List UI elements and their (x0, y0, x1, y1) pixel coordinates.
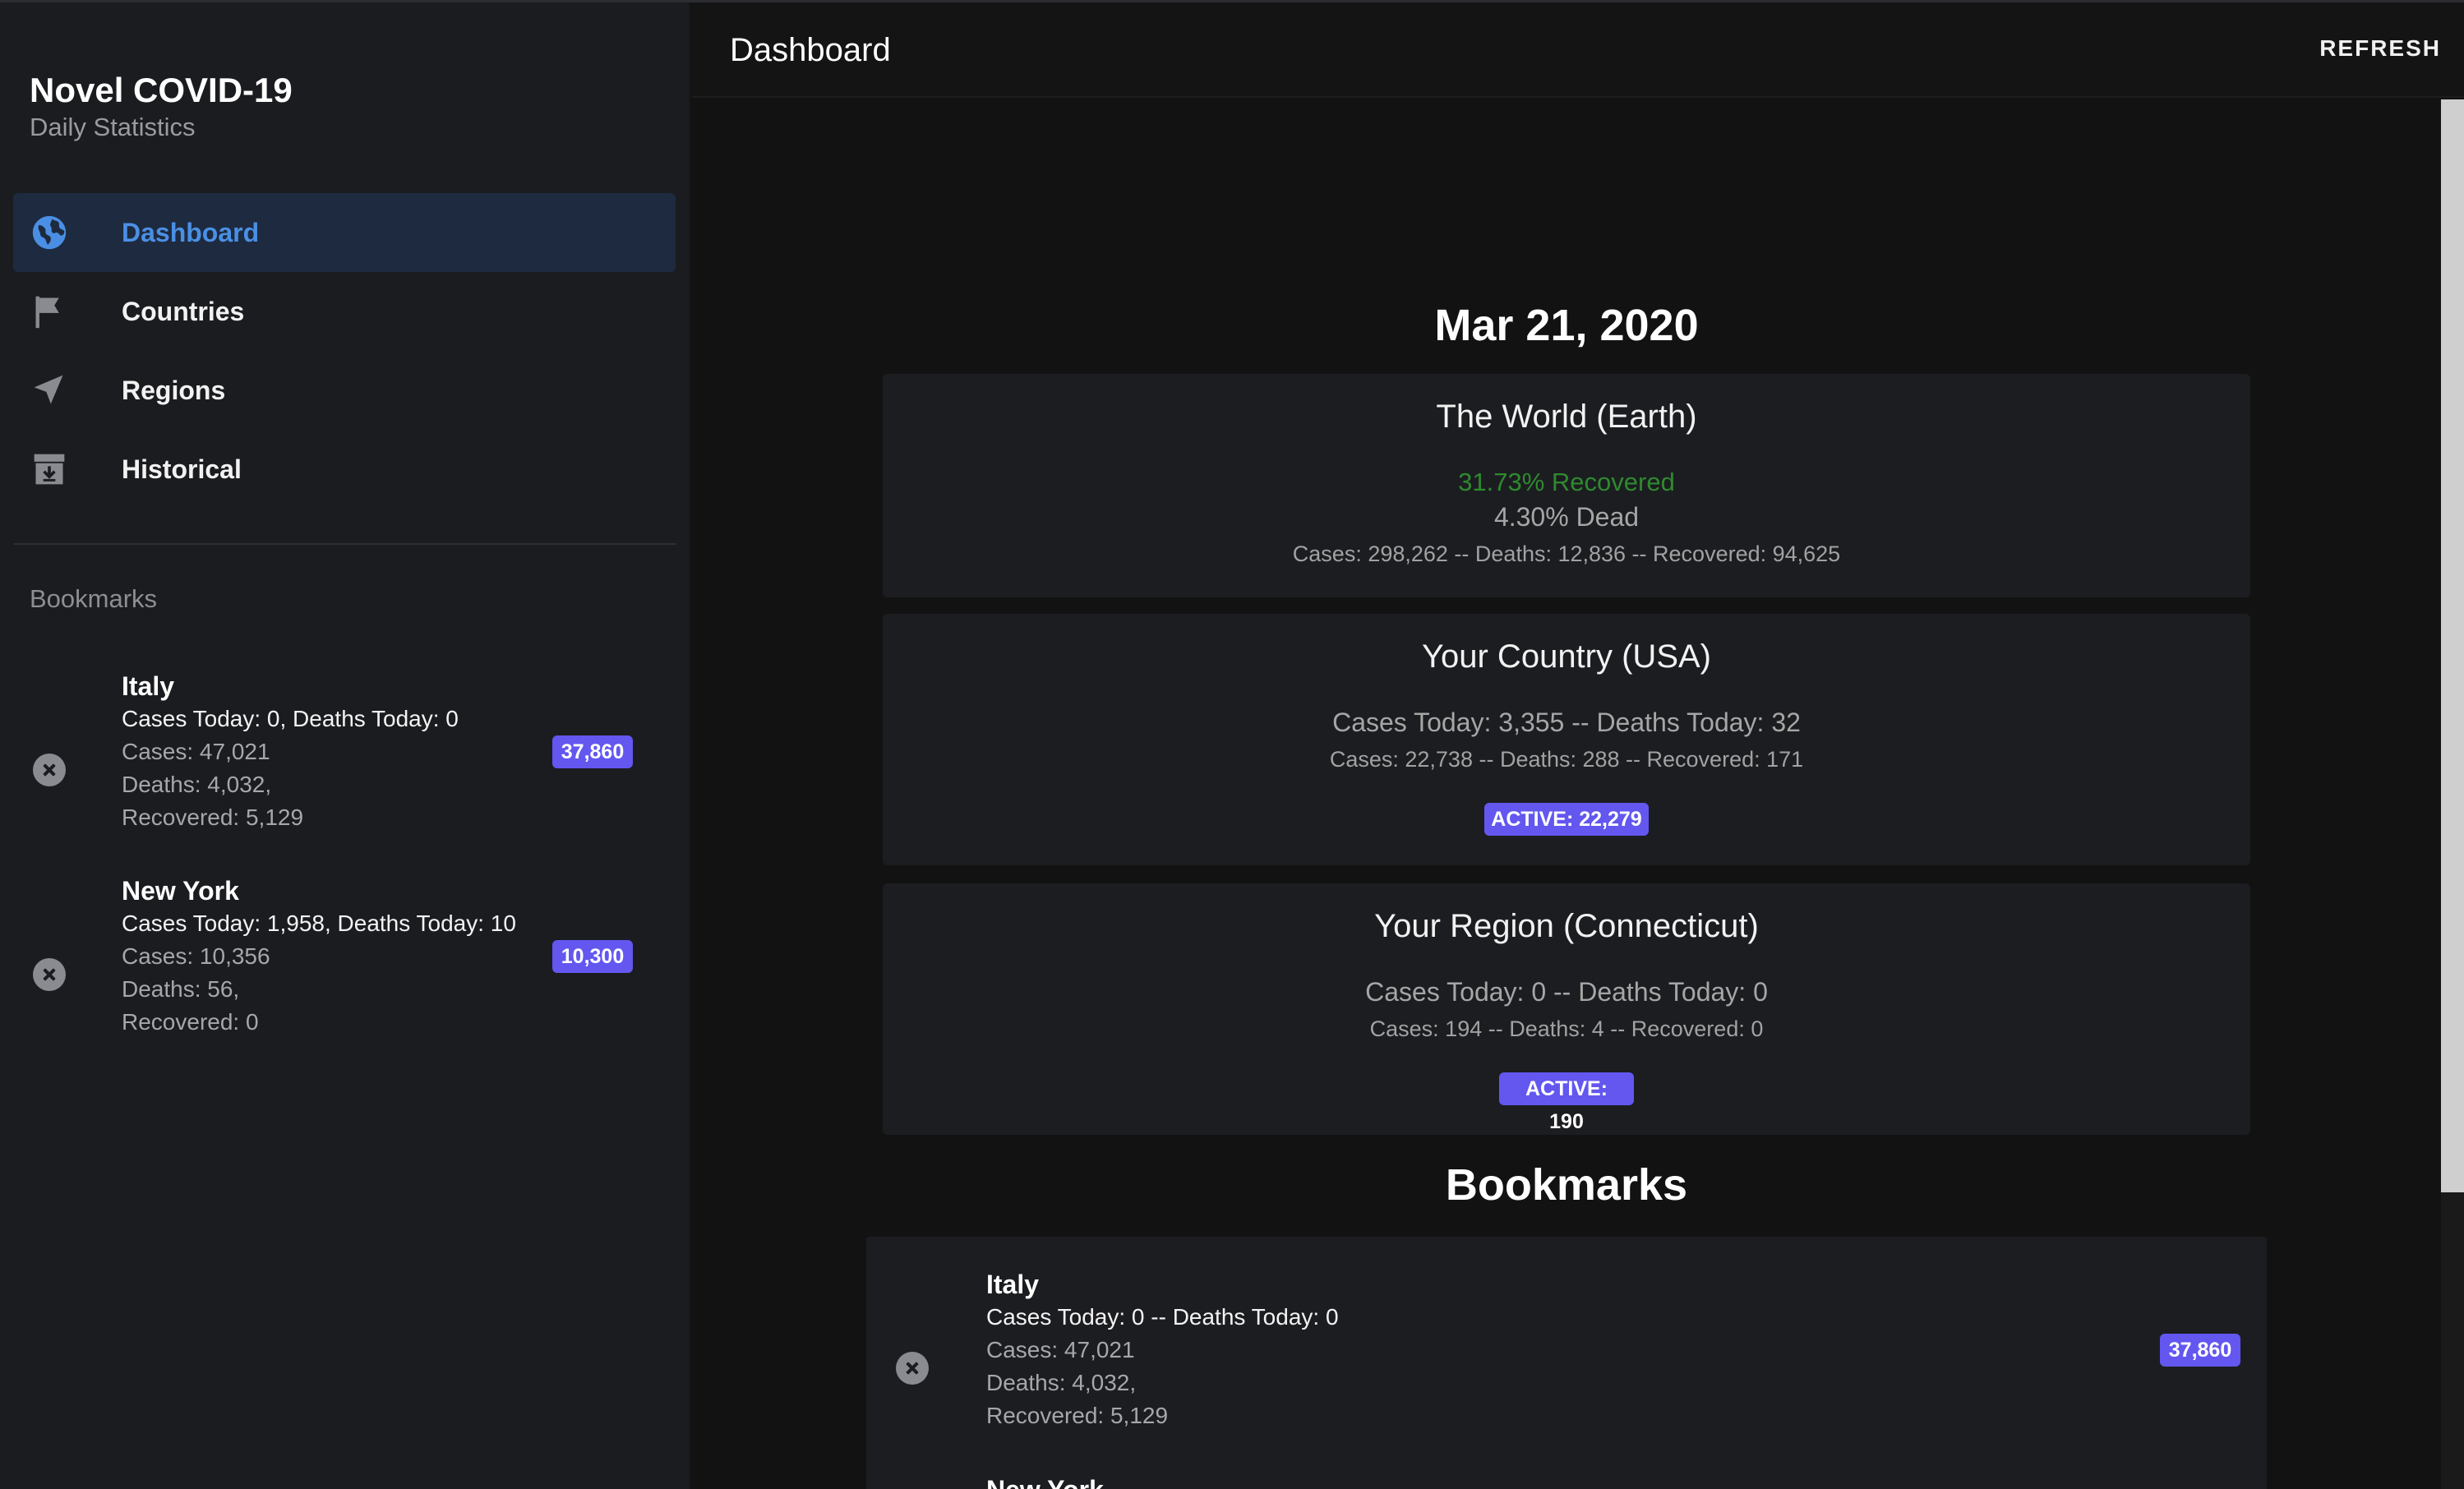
sidebar-divider (13, 543, 676, 545)
bookmark-recovered: Recovered: 0 (122, 1009, 259, 1035)
remove-bookmark-icon[interactable] (33, 958, 66, 991)
world-totals: Cases: 298,262 -- Deaths: 12,836 -- Reco… (1292, 542, 1841, 566)
bookmark-cases: Cases: 10,356 (122, 943, 270, 969)
sidebar-bookmarks-heading: Bookmarks (30, 584, 158, 613)
bookmark-cases: Cases: 47,021 (122, 739, 270, 764)
bookmark-today: Cases Today: 0 -- Deaths Today: 0 (986, 1304, 1339, 1330)
brand: Novel COVID-19 Daily Statistics (30, 70, 293, 144)
scrollbar[interactable] (2441, 99, 2464, 1489)
bookmark-name: Italy (986, 1270, 1040, 1299)
nav-item-countries[interactable]: Countries (13, 272, 676, 351)
active-count-badge: 37,860 (2160, 1334, 2240, 1367)
bookmark-deaths: Deaths: 56, (122, 976, 240, 1002)
remove-bookmark-icon[interactable] (33, 754, 66, 786)
country-card: Your Country (USA) Cases Today: 3,355 --… (883, 614, 2250, 865)
card-title: Your Country (USA) (1422, 638, 1711, 675)
world-card: The World (Earth) 31.73% Recovered 4.30%… (883, 374, 2250, 597)
active-count-badge: 10,300 (552, 940, 633, 973)
active-badge: ACTIVE: 22,279 (1484, 803, 1649, 836)
bookmark-cases: Cases: 47,021 (986, 1337, 1135, 1362)
recovered-percent: 31.73% Recovered (1458, 468, 1675, 496)
bookmark-name: New York (122, 876, 239, 906)
bookmark-recovered: Recovered: 5,129 (986, 1403, 1169, 1428)
region-today: Cases Today: 0 -- Deaths Today: 0 (1365, 977, 1768, 1007)
bookmark-today: Cases Today: 0, Deaths Today: 0 (122, 706, 459, 731)
page-title: Dashboard (730, 32, 891, 68)
navigation-arrow-icon (31, 372, 67, 408)
refresh-button[interactable]: REFRESH (2319, 35, 2441, 62)
app-root: Novel COVID-19 Daily Statistics Dashboar… (0, 0, 2464, 1489)
bookmark-recovered: Recovered: 5,129 (122, 804, 304, 830)
bookmark-name: Italy (122, 671, 175, 701)
sidebar: Novel COVID-19 Daily Statistics Dashboar… (0, 2, 690, 1489)
report-date: Mar 21, 2020 (1434, 301, 1699, 350)
globe-icon (31, 214, 67, 251)
region-card: Your Region (Connecticut) Cases Today: 0… (883, 883, 2250, 1135)
nav-item-dashboard[interactable]: Dashboard (13, 193, 676, 272)
sidebar-bookmark-italy[interactable]: Italy Cases Today: 0, Deaths Today: 0 Ca… (0, 670, 690, 851)
bookmark-italy[interactable]: Italy Cases Today: 0 -- Deaths Today: 0 … (866, 1268, 2267, 1449)
active-count-badge: 37,860 (552, 735, 633, 768)
bookmark-deaths: Deaths: 4,032, (986, 1370, 1137, 1395)
app-subtitle: Daily Statistics (30, 113, 196, 141)
top-bar: Dashboard REFRESH (692, 2, 2464, 98)
region-totals: Cases: 194 -- Deaths: 4 -- Recovered: 0 (1369, 1016, 1764, 1041)
active-badge: ACTIVE: 190 (1499, 1072, 1634, 1133)
nav-item-regions[interactable]: Regions (13, 351, 676, 430)
nav-label: Dashboard (122, 217, 260, 247)
sidebar-bookmark-new-york[interactable]: New York Cases Today: 1,958, Deaths Toda… (0, 874, 690, 1055)
nav-label: Regions (122, 375, 226, 405)
flag-icon (31, 293, 67, 330)
card-title: The World (Earth) (1436, 399, 1697, 435)
nav-label: Historical (122, 454, 242, 484)
bookmarks-heading: Bookmarks (1445, 1160, 1688, 1210)
country-totals: Cases: 22,738 -- Deaths: 288 -- Recovere… (1329, 747, 1804, 772)
bookmark-name: New York (986, 1475, 1104, 1489)
bookmark-new-york[interactable]: New York (866, 1470, 2267, 1489)
main-nav: Dashboard Countries Regions Historical (13, 193, 676, 509)
country-today: Cases Today: 3,355 -- Deaths Today: 32 (1332, 708, 1801, 737)
remove-bookmark-icon[interactable] (896, 1352, 929, 1385)
main-content: Mar 21, 2020 The World (Earth) 31.73% Re… (692, 99, 2441, 1489)
scrollbar-thumb[interactable] (2441, 99, 2464, 1192)
bookmark-deaths: Deaths: 4,032, (122, 772, 272, 797)
nav-item-historical[interactable]: Historical (13, 430, 676, 509)
archive-icon (31, 451, 67, 487)
dead-percent: 4.30% Dead (1493, 502, 1640, 532)
card-title: Your Region (Connecticut) (1374, 908, 1759, 944)
bookmarks-list: Italy Cases Today: 0 -- Deaths Today: 0 … (866, 1237, 2267, 1489)
nav-label: Countries (122, 296, 245, 326)
app-title: Novel COVID-19 (30, 71, 293, 109)
bookmark-today: Cases Today: 1,958, Deaths Today: 10 (122, 910, 516, 936)
